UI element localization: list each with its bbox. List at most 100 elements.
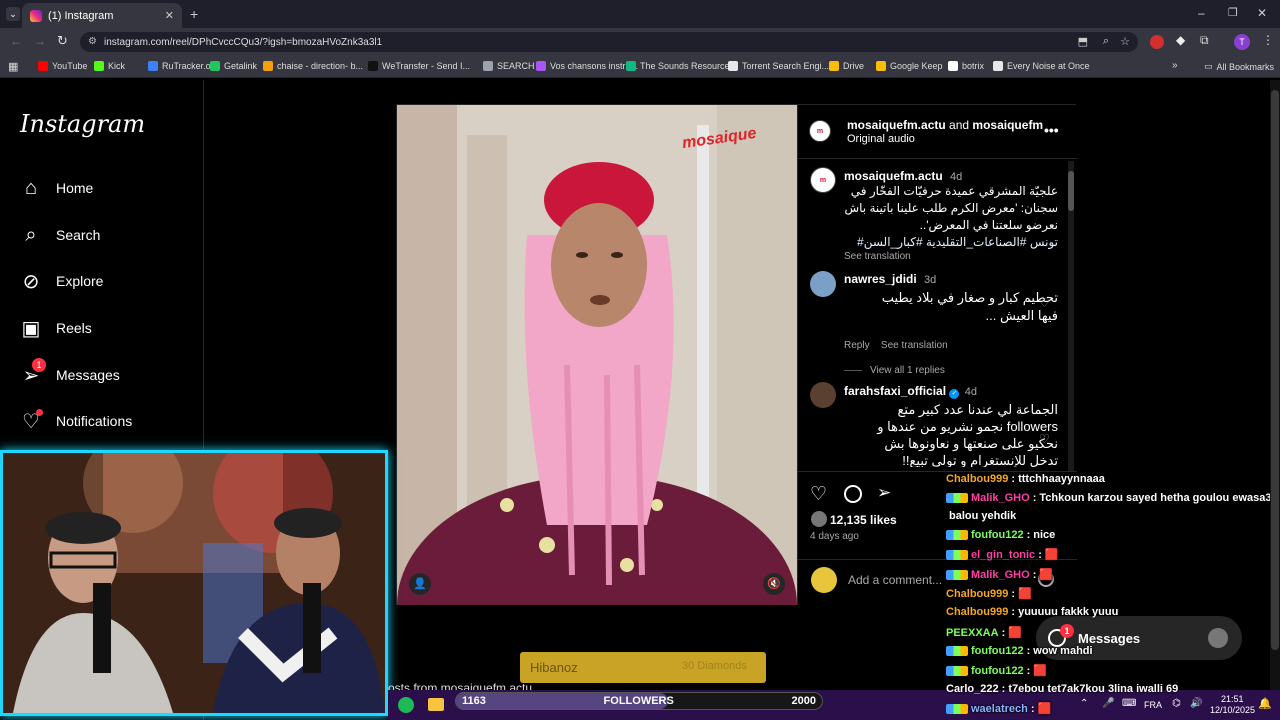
- bookmark-item[interactable]: The Sounds Resource: [626, 61, 730, 71]
- commenter-avatar[interactable]: [810, 382, 836, 408]
- back-icon[interactable]: ←: [10, 34, 22, 48]
- nav-item-explore[interactable]: ⊘ Explore: [20, 270, 104, 293]
- more-bookmarks-icon[interactable]: »: [1172, 60, 1178, 71]
- comment-input[interactable]: Add a comment...: [848, 573, 942, 587]
- more-options-icon[interactable]: •••: [1044, 122, 1059, 138]
- likes-count[interactable]: 12,135 likes: [830, 513, 897, 527]
- reload-icon[interactable]: ↻: [57, 33, 68, 49]
- forward-icon[interactable]: →: [34, 34, 46, 48]
- close-tab-icon[interactable]: ✕: [165, 9, 174, 22]
- install-icon[interactable]: ⬒: [1078, 35, 1088, 48]
- chat-badge-icon: [946, 570, 968, 581]
- bookmark-item[interactable]: Getalink: [210, 61, 257, 71]
- comment-see-translation[interactable]: See translation: [881, 340, 948, 351]
- caption-username[interactable]: mosaiquefm.actu: [844, 169, 943, 183]
- reply-link[interactable]: Reply: [844, 340, 870, 351]
- reel-video[interactable]: mosaique 👤 🔇: [397, 105, 797, 605]
- bookmark-item[interactable]: RuTracker.org: [148, 61, 219, 71]
- nav-item-reels[interactable]: ▣ Reels: [20, 317, 92, 340]
- commenter-avatar[interactable]: [810, 271, 836, 297]
- close-window-button[interactable]: ✕: [1257, 6, 1267, 20]
- instagram-logo[interactable]: Instagram: [20, 110, 145, 138]
- bookmark-label: Every Noise at Once: [1007, 61, 1090, 71]
- all-bookmarks-folder[interactable]: ▭ All Bookmarks: [1204, 61, 1274, 72]
- bookmark-favicon-icon: [263, 61, 273, 71]
- caption-time: 4d: [950, 171, 963, 183]
- bookmark-favicon-icon: [94, 61, 104, 71]
- comment-icon[interactable]: [844, 485, 862, 503]
- chat-text: : 🟥: [1032, 569, 1054, 581]
- restore-button[interactable]: ❐: [1228, 6, 1238, 19]
- nav-label: Notifications: [56, 413, 133, 429]
- puzzle-icon[interactable]: ⧉: [1200, 33, 1209, 48]
- all-bookmarks-label: All Bookmarks: [1216, 61, 1275, 72]
- caption-avatar[interactable]: m: [810, 167, 836, 193]
- bookmark-item[interactable]: botrix: [948, 61, 984, 71]
- bookmark-item[interactable]: Every Noise at Once: [993, 61, 1090, 71]
- chat-message: balou yehdik: [946, 510, 1280, 522]
- extension-icon[interactable]: [1150, 35, 1164, 49]
- comment-username[interactable]: farahsfaxi_official: [844, 384, 946, 398]
- webcam-illustration: [3, 453, 385, 713]
- page-scrollbar[interactable]: [1270, 80, 1280, 690]
- heart-icon: ♡: [20, 409, 43, 433]
- minimize-button[interactable]: –: [1198, 6, 1205, 20]
- spotify-icon[interactable]: [398, 697, 414, 713]
- comment-time: 3d: [924, 274, 937, 286]
- share-icon[interactable]: ➢: [877, 483, 891, 503]
- bookmarks-bar: ▦ YouTube Kick RuTracker.org Getalink chaise…: [0, 56, 1280, 78]
- bookmark-item[interactable]: Vos chansons instru...: [536, 61, 638, 71]
- url-text: instagram.com/reel/DPhCvccCQu3/?igsh=bmo…: [104, 36, 383, 48]
- bookmark-item[interactable]: Drive: [829, 61, 864, 71]
- liked-by-avatar[interactable]: [811, 511, 827, 527]
- caption-see-translation[interactable]: See translation: [844, 251, 1058, 262]
- comments-scrollbar[interactable]: [1068, 161, 1074, 471]
- coauthor-link[interactable]: mosaiquefm: [972, 118, 1043, 132]
- extension-icon[interactable]: ◆: [1176, 33, 1185, 47]
- nav-item-home[interactable]: ⌂ Home: [20, 177, 93, 199]
- apps-grid-icon[interactable]: ▦: [8, 60, 18, 73]
- bookmark-favicon-icon: [948, 61, 958, 71]
- like-comment-icon[interactable]: ♡: [1039, 432, 1050, 446]
- like-icon[interactable]: ♡: [810, 483, 827, 506]
- bookmark-item[interactable]: SEARCH: [483, 61, 535, 71]
- bookmark-star-icon[interactable]: ☆: [1120, 35, 1130, 48]
- site-info-icon[interactable]: ⚙: [88, 36, 97, 47]
- bookmark-item[interactable]: Kick: [94, 61, 125, 71]
- bookmark-item[interactable]: YouTube: [38, 61, 87, 71]
- bookmark-favicon-icon: [626, 61, 636, 71]
- new-tab-button[interactable]: +: [190, 6, 198, 22]
- comment-text-line: نعرضو سلعتنا في المعرض'..: [919, 218, 1058, 232]
- donor-name: Hibanoz: [530, 660, 578, 675]
- emoji-avatar[interactable]: [811, 567, 837, 593]
- chat-badge-icon: [946, 704, 968, 715]
- tagged-user-icon[interactable]: 👤: [409, 573, 431, 595]
- bookmark-item[interactable]: chaise - direction- b...: [263, 61, 363, 71]
- nav-item-messages[interactable]: ➢ 1 Messages: [20, 358, 120, 387]
- menu-icon[interactable]: ⋮: [1262, 33, 1274, 47]
- nav-item-notifications[interactable]: ♡ Notifications: [20, 409, 133, 433]
- file-explorer-icon[interactable]: [428, 698, 444, 711]
- nav-label: Explore: [56, 273, 104, 289]
- tab-search-button[interactable]: ⌄: [6, 7, 20, 21]
- comment-username[interactable]: nawres_jdidi: [844, 272, 917, 286]
- view-replies[interactable]: View all 1 replies: [844, 365, 1058, 376]
- zoom-icon[interactable]: ⌕: [1103, 35, 1109, 48]
- bookmark-item[interactable]: Torrent Search Engi...: [728, 61, 829, 71]
- author-link[interactable]: mosaiquefm.actu: [847, 118, 946, 132]
- address-bar[interactable]: ⚙ instagram.com/reel/DPhCvccCQu3/?igsh=b…: [80, 32, 1138, 52]
- nav-item-search[interactable]: ⌕ Search: [20, 224, 100, 246]
- browser-tab-instagram[interactable]: (1) Instagram ✕: [22, 3, 182, 28]
- bookmark-item[interactable]: Google Keep: [876, 61, 943, 71]
- bookmark-label: Torrent Search Engi...: [742, 61, 830, 71]
- nav-label: Search: [56, 227, 101, 243]
- like-comment-icon[interactable]: ♡: [1039, 296, 1050, 310]
- chat-message: Carlo_222: t7ebou tet7ak7kou 3lina iwall…: [946, 683, 1280, 695]
- bookmark-item[interactable]: WeTransfer - Send I...: [368, 61, 470, 71]
- chat-text: : 🟥: [1011, 588, 1032, 600]
- mute-icon[interactable]: 🔇: [763, 573, 785, 595]
- author-avatar[interactable]: m: [809, 120, 831, 142]
- profile-avatar[interactable]: T: [1234, 34, 1250, 50]
- comment-text-line: الجماعة لي عندنا عدد كبير متع: [897, 402, 1059, 417]
- audio-label[interactable]: Original audio: [847, 133, 915, 145]
